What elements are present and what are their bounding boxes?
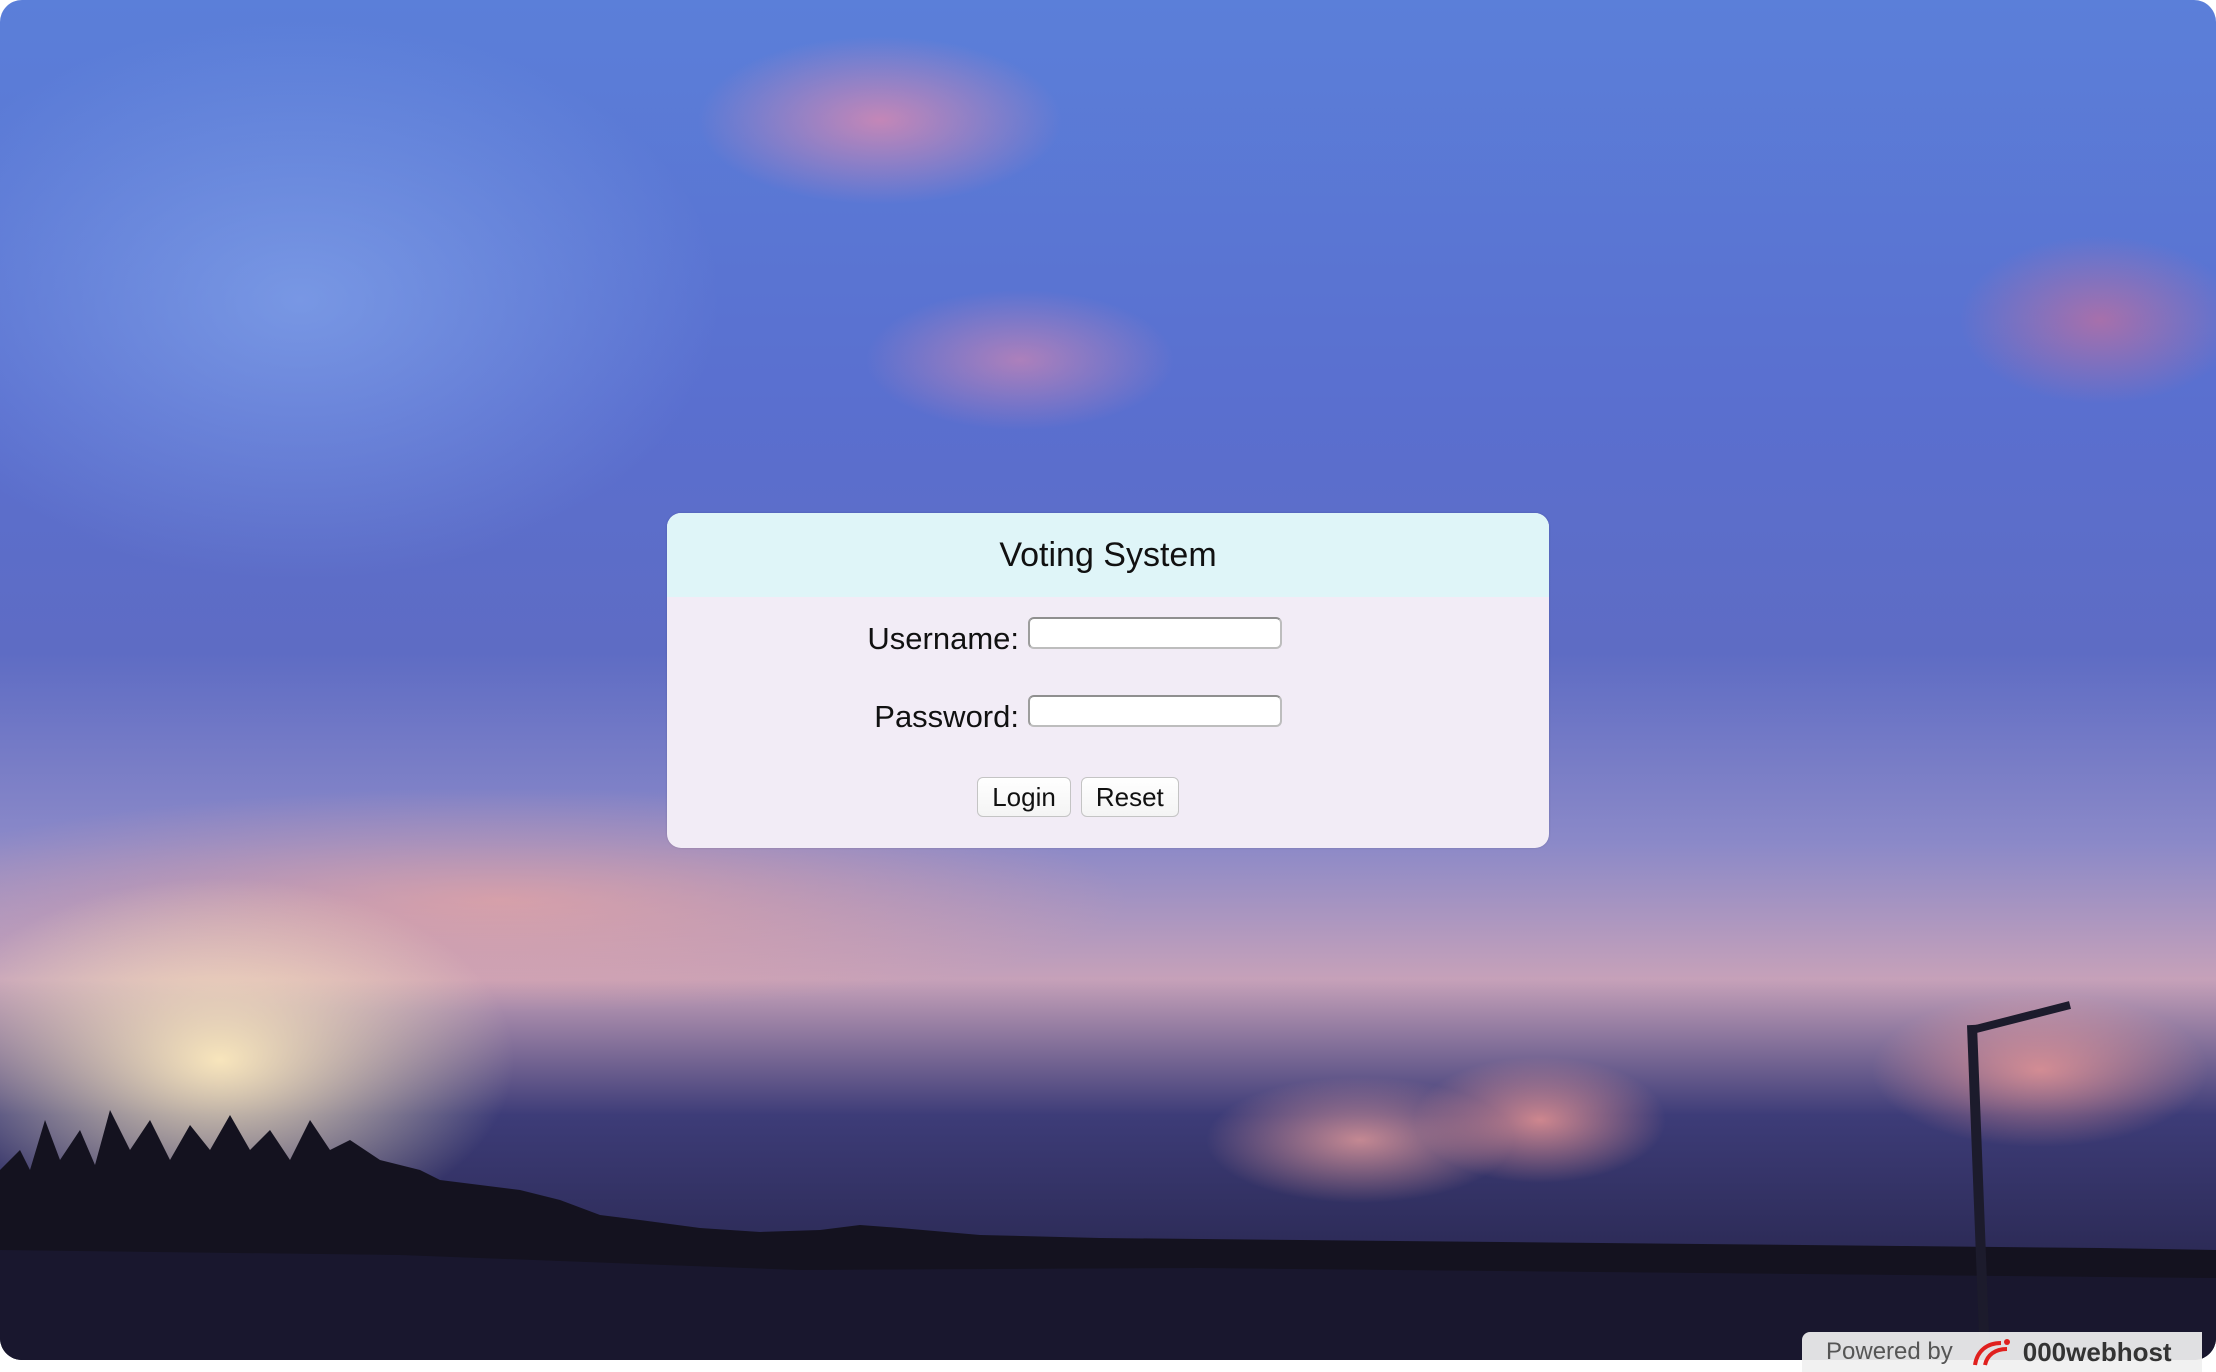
username-input[interactable] — [1028, 617, 1282, 649]
powered-by-text: Powered by — [1826, 1338, 1953, 1365]
page-title: Voting System — [999, 535, 1217, 574]
login-panel: Voting System Username: Password: Login … — [667, 513, 1549, 848]
powered-by-banner[interactable]: Powered by 000webhost — [1802, 1332, 2202, 1372]
000webhost-logo-icon — [1971, 1337, 2015, 1367]
browser-window: Voting System Username: Password: Login … — [0, 0, 2216, 1372]
login-button[interactable]: Login — [977, 777, 1071, 817]
treeline-silhouette — [0, 1001, 2216, 1360]
password-label: Password: — [874, 699, 1019, 734]
form-buttons: Login Reset — [667, 777, 1549, 817]
username-label: Username: — [867, 621, 1019, 656]
reset-button[interactable]: Reset — [1080, 777, 1179, 817]
password-input[interactable] — [1028, 695, 1282, 727]
password-row: Password: — [667, 695, 1549, 735]
username-row: Username: — [667, 617, 1549, 657]
login-panel-header: Voting System — [667, 513, 1549, 597]
000webhost-brand: 000webhost — [2022, 1336, 2172, 1367]
